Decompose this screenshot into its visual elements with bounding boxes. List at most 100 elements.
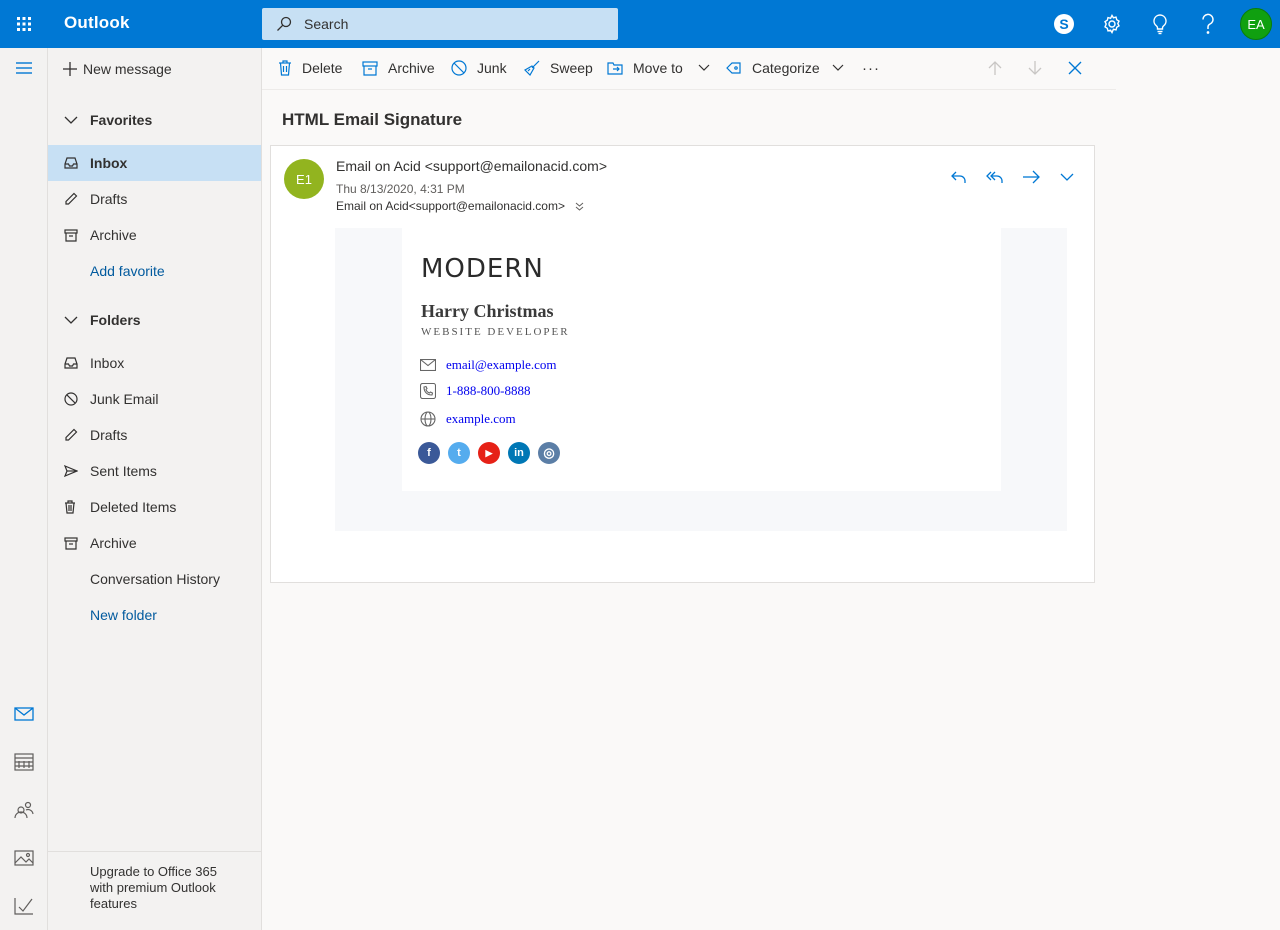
rail-people-button[interactable]: [0, 790, 48, 830]
delete-button[interactable]: Delete: [278, 57, 342, 79]
instagram-icon[interactable]: ◎: [538, 442, 560, 464]
folder-item-label: Deleted Items: [90, 499, 177, 515]
new-message-label: New message: [83, 61, 172, 77]
trash-icon: [279, 60, 291, 76]
archive-icon: [64, 228, 78, 242]
recipient-text[interactable]: Email on Acid<support@emailonacid.com>: [336, 199, 565, 213]
sweep-label: Sweep: [550, 60, 593, 76]
categorize-button[interactable]: Categorize: [726, 57, 820, 79]
move-to-dropdown[interactable]: [692, 57, 716, 79]
signature-title: WEBSITE DEVELOPER: [421, 326, 570, 338]
junk-button[interactable]: Junk: [451, 57, 507, 79]
forward-button[interactable]: [1017, 166, 1045, 188]
mail-icon: [14, 707, 34, 721]
favorite-item-label: Archive: [90, 227, 137, 243]
rail-photos-button[interactable]: [0, 838, 48, 878]
linkedin-icon[interactable]: in: [508, 442, 530, 464]
reading-pane: HTML Email Signature E1 Email on Acid <s…: [262, 90, 1116, 930]
calendar-icon: [14, 753, 34, 771]
add-favorite-link[interactable]: Add favorite: [48, 253, 261, 289]
favorite-item-drafts[interactable]: Drafts: [48, 181, 261, 217]
skype-icon: S: [1054, 14, 1074, 34]
help-button[interactable]: [1184, 0, 1232, 48]
sweep-button[interactable]: Sweep: [524, 57, 593, 79]
folder-item-conversation-history[interactable]: Conversation History: [48, 561, 261, 597]
social-links: f t ▶ in ◎: [418, 442, 568, 464]
reply-button[interactable]: [945, 166, 973, 188]
search-icon: [277, 16, 292, 31]
reply-icon: [951, 171, 966, 183]
question-icon: [1202, 13, 1214, 34]
folder-item-drafts[interactable]: Drafts: [48, 417, 261, 453]
archive-icon: [362, 60, 378, 76]
rail-calendar-button[interactable]: [0, 742, 48, 782]
folder-item-junk-email[interactable]: Junk Email: [48, 381, 261, 417]
folder-item-label: Drafts: [90, 427, 128, 443]
sender-line[interactable]: Email on Acid <support@emailonacid.com>: [336, 158, 607, 174]
facebook-icon[interactable]: f: [418, 442, 440, 464]
favorite-item-archive[interactable]: Archive: [48, 217, 261, 253]
folders-header[interactable]: Folders: [64, 309, 141, 331]
search-input[interactable]: [304, 16, 604, 32]
pencil-icon: [65, 428, 78, 441]
message-subject: HTML Email Signature: [282, 110, 463, 129]
app-title[interactable]: Outlook: [64, 13, 130, 33]
folder-item-inbox[interactable]: Inbox: [48, 345, 261, 381]
phone-icon: [420, 383, 436, 399]
favorite-item-label: Inbox: [90, 155, 128, 171]
junk-label: Junk: [477, 60, 507, 76]
todo-check-icon: [14, 898, 33, 915]
inbox-icon: [64, 157, 78, 169]
previous-message-button[interactable]: [983, 57, 1007, 79]
rail-mail-button[interactable]: [0, 694, 48, 734]
categorize-dropdown[interactable]: [826, 57, 850, 79]
next-message-button[interactable]: [1023, 57, 1047, 79]
settings-button[interactable]: [1088, 0, 1136, 48]
folder-item-deleted-items[interactable]: Deleted Items: [48, 489, 261, 525]
recipient-line: Email on Acid<support@emailonacid.com>: [336, 199, 584, 213]
folder-item-sent-items[interactable]: Sent Items: [48, 453, 261, 489]
signature-website-row: example.com: [420, 411, 516, 427]
skype-button[interactable]: S: [1040, 0, 1088, 48]
signature-email-row: email@example.com: [420, 357, 557, 373]
folder-item-label: Archive: [90, 535, 137, 551]
chevron-down-icon: [1060, 173, 1074, 181]
chevron-down-icon: [698, 64, 710, 71]
folders-heading: Folders: [90, 312, 141, 328]
reply-all-icon: [986, 171, 1003, 183]
sender-avatar[interactable]: E1: [284, 159, 324, 199]
upgrade-banner[interactable]: Upgrade to Office 365 with premium Outlo…: [48, 851, 261, 930]
search-box[interactable]: [262, 8, 618, 40]
block-icon: [451, 60, 467, 76]
new-message-button[interactable]: New message: [62, 58, 172, 80]
close-reading-pane-button[interactable]: [1063, 57, 1087, 79]
archive-button[interactable]: Archive: [362, 57, 435, 79]
command-bar: Delete Archive Junk Sweep Move to Catego…: [262, 48, 1116, 90]
arrow-down-icon: [1028, 61, 1042, 75]
message-card: E1 Email on Acid <support@emailonacid.co…: [270, 145, 1095, 583]
reply-all-button[interactable]: [981, 166, 1009, 188]
nav-toggle-button[interactable]: [0, 48, 48, 88]
signature-logo: MODERN: [421, 254, 544, 284]
new-folder-link[interactable]: New folder: [48, 597, 261, 633]
favorites-header[interactable]: Favorites: [64, 109, 152, 131]
youtube-icon[interactable]: ▶: [478, 442, 500, 464]
signature-phone-link[interactable]: 1-888-800-8888: [446, 383, 531, 399]
favorite-item-label: Drafts: [90, 191, 128, 207]
move-to-button[interactable]: Move to: [607, 57, 683, 79]
signature-email-link[interactable]: email@example.com: [446, 357, 557, 373]
double-chevron-down-icon[interactable]: [575, 202, 584, 211]
more-message-actions-button[interactable]: [1053, 166, 1081, 188]
more-actions-button[interactable]: ···: [862, 57, 880, 79]
arrow-up-icon: [988, 61, 1002, 75]
favorite-item-inbox[interactable]: Inbox: [48, 145, 261, 181]
folder-item-archive[interactable]: Archive: [48, 525, 261, 561]
signature-website-link[interactable]: example.com: [446, 411, 516, 427]
twitter-icon[interactable]: t: [448, 442, 470, 464]
rail-todo-button[interactable]: [0, 886, 48, 926]
user-avatar[interactable]: EA: [1240, 8, 1272, 40]
tips-button[interactable]: [1136, 0, 1184, 48]
globe-icon: [420, 411, 436, 427]
app-launcher-button[interactable]: [0, 0, 48, 48]
tag-icon: [726, 62, 741, 74]
